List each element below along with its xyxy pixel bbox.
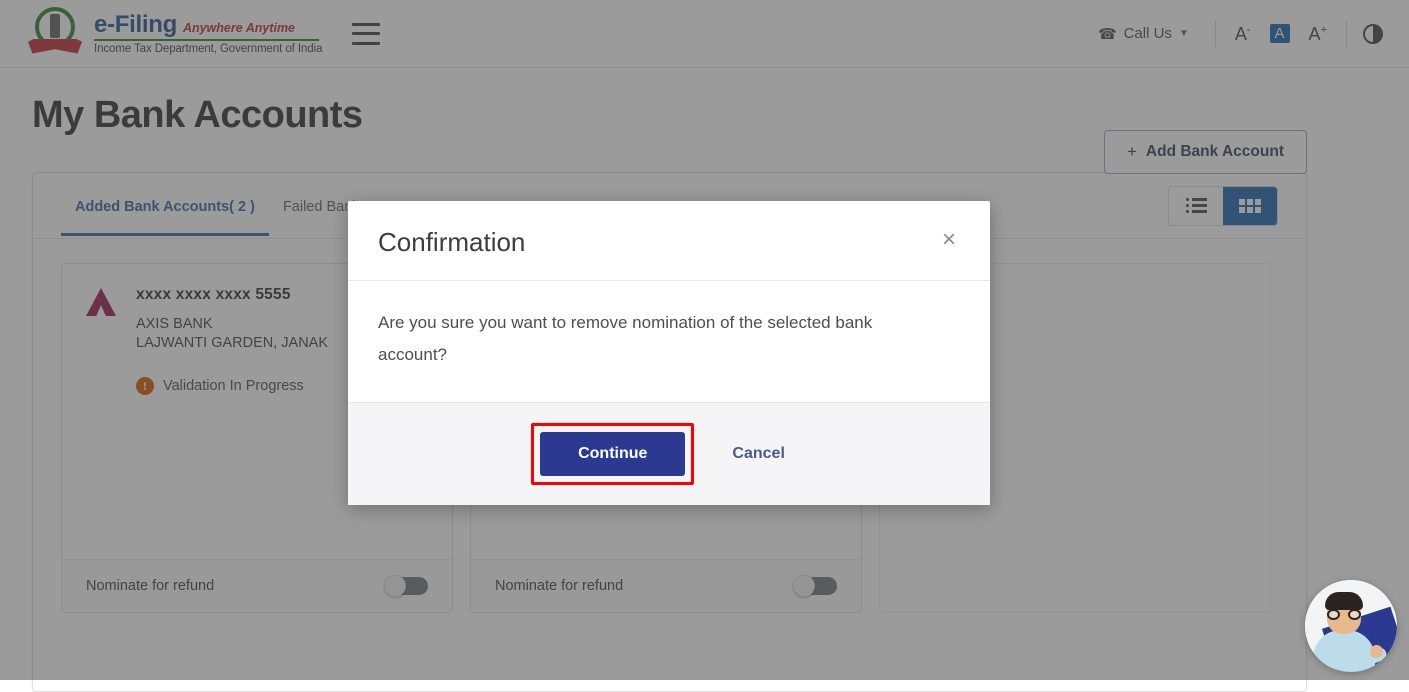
chatbot-avatar-icon[interactable]: [1305, 580, 1397, 672]
close-icon[interactable]: ×: [938, 227, 960, 253]
dialog-body: Are you sure you want to remove nominati…: [348, 281, 990, 402]
dialog-title: Confirmation: [378, 227, 525, 258]
dialog-footer: Continue Cancel: [348, 402, 990, 505]
continue-button[interactable]: Continue: [540, 432, 685, 476]
dialog-message: Are you sure you want to remove nominati…: [378, 307, 938, 372]
dialog-header: Confirmation ×: [348, 201, 990, 281]
continue-button-highlight: Continue: [531, 423, 694, 485]
cancel-button[interactable]: Cancel: [710, 432, 806, 476]
confirmation-dialog: Confirmation × Are you sure you want to …: [348, 201, 990, 505]
